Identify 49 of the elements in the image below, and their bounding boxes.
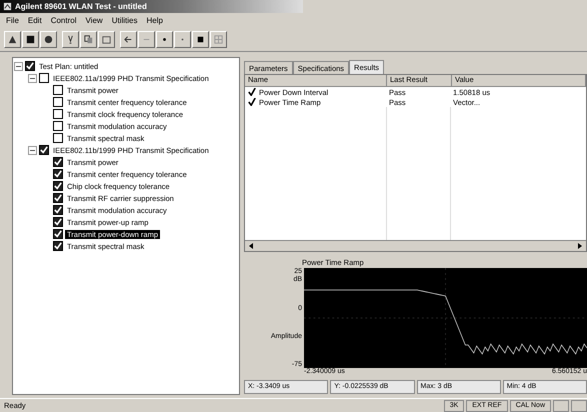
copy-icon [83,34,94,45]
checkbox[interactable] [53,97,63,107]
checkbox[interactable] [53,169,63,179]
checkbox[interactable] [53,157,63,167]
checkbox[interactable] [53,241,63,251]
collapse-icon[interactable] [28,74,37,82]
grid-icon [213,34,224,45]
checkbox[interactable] [39,145,49,155]
checkbox[interactable] [53,85,63,95]
menu-item[interactable]: View [85,16,103,26]
collapse-icon[interactable] [14,62,23,70]
stop-icon [195,34,206,45]
toolbar-button[interactable] [22,31,39,48]
status-panel [571,400,587,412]
toolbar-button[interactable] [156,31,173,48]
checkbox[interactable] [53,217,63,227]
toolbar-button[interactable] [98,31,115,48]
app-icon [3,2,12,11]
checkbox[interactable] [53,193,63,203]
status-panel [553,400,569,412]
scroll-bar[interactable] [245,240,586,251]
checkbox[interactable] [53,121,63,131]
circle-icon [43,34,54,45]
toolbar-button[interactable] [40,31,57,48]
toolbar-button[interactable] [4,31,21,48]
rectangle-icon [101,34,112,45]
menu-item[interactable]: Control [50,16,76,26]
scroll-right-icon[interactable] [576,242,584,250]
checkbox[interactable] [53,133,63,143]
undo-icon [123,34,134,45]
toolbar-button[interactable] [62,31,79,48]
menu-item[interactable]: File [6,16,19,26]
scroll-left-icon[interactable] [247,242,255,250]
checkbox[interactable] [39,73,49,83]
menu-item[interactable]: Utilities [112,16,138,26]
checkbox[interactable] [25,61,35,71]
toolbar-button[interactable] [192,31,209,48]
checkbox[interactable] [53,109,63,119]
checkbox[interactable] [53,181,63,191]
menu-item[interactable]: Help [146,16,163,26]
window-title: Agilent 89601 WLAN Test - untitled [15,2,147,11]
collapse-icon[interactable] [28,146,37,154]
square-icon [25,34,36,45]
triangle-icon [7,34,18,45]
checkbox[interactable] [53,205,63,215]
toolbar-button[interactable] [80,31,97,48]
checkbox[interactable] [53,229,63,239]
toolbar-button[interactable] [120,31,137,48]
menu-item[interactable]: Edit [28,16,42,26]
